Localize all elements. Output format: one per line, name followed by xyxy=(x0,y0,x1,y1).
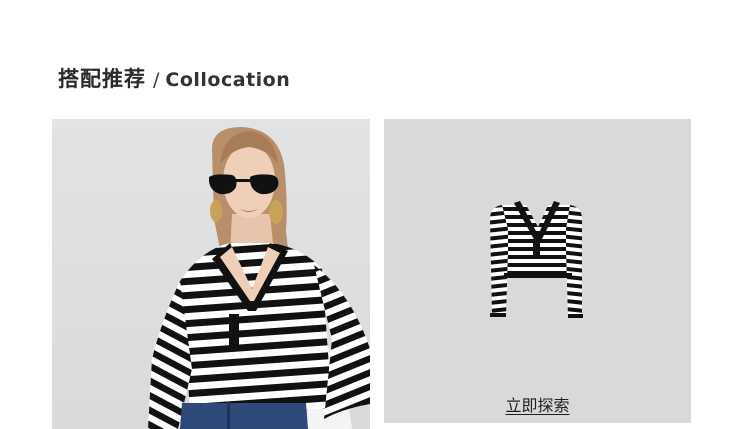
section-title: 搭配推荐 / Collocation xyxy=(58,63,290,95)
model-wearing-striped-top-photo xyxy=(148,127,370,429)
explore-now-link[interactable]: 立即探索 xyxy=(384,392,691,416)
section-title-chinese: 搭配推荐 xyxy=(58,67,146,91)
product-card[interactable]: 立即探索 xyxy=(384,119,691,423)
explore-now-label[interactable]: 立即探索 xyxy=(505,396,569,415)
section-title-separator: / xyxy=(153,69,160,91)
striped-henley-top-icon xyxy=(490,201,583,318)
model-photo[interactable] xyxy=(52,119,370,429)
section-title-english: Collocation xyxy=(165,69,291,91)
